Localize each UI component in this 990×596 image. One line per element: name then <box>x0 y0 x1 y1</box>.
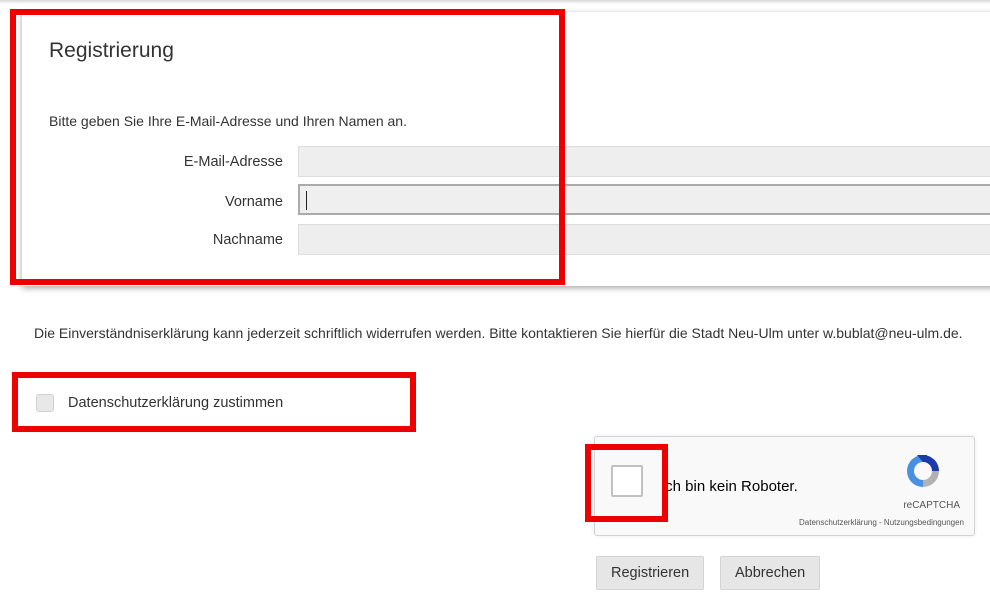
text-caret <box>306 191 307 210</box>
lastname-field[interactable] <box>298 224 990 255</box>
consent-text: Die Einverständniserklärung kann jederze… <box>34 325 963 341</box>
page-title: Registrierung <box>49 39 174 62</box>
recaptcha-widget: Ich bin kein Roboter. reCAPTCHA Datensch… <box>594 436 975 536</box>
cancel-button[interactable]: Abbrechen <box>720 556 821 590</box>
lastname-label: Nachname <box>212 232 283 248</box>
firstname-field[interactable] <box>298 184 990 215</box>
recaptcha-logo-icon <box>907 455 939 487</box>
recaptcha-links[interactable]: Datenschutzerklärung - Nutzungsbedingung… <box>799 518 964 527</box>
privacy-consent-row[interactable]: Datenschutzerklärung zustimmen <box>36 392 283 414</box>
email-label: E-Mail-Adresse <box>183 154 283 170</box>
firstname-label: Vorname <box>224 194 283 210</box>
recaptcha-checkbox[interactable] <box>611 465 643 497</box>
recaptcha-brand: reCAPTCHA <box>903 500 960 511</box>
email-field[interactable] <box>298 146 990 177</box>
privacy-consent-checkbox[interactable] <box>36 394 54 412</box>
intro-text: Bitte geben Sie Ihre E-Mail-Adresse und … <box>49 113 407 129</box>
register-button[interactable]: Registrieren <box>596 556 705 590</box>
privacy-consent-label[interactable]: Datenschutzerklärung zustimmen <box>68 395 283 411</box>
top-shadow <box>0 0 990 4</box>
recaptcha-label: Ich bin kein Roboter. <box>661 478 798 495</box>
